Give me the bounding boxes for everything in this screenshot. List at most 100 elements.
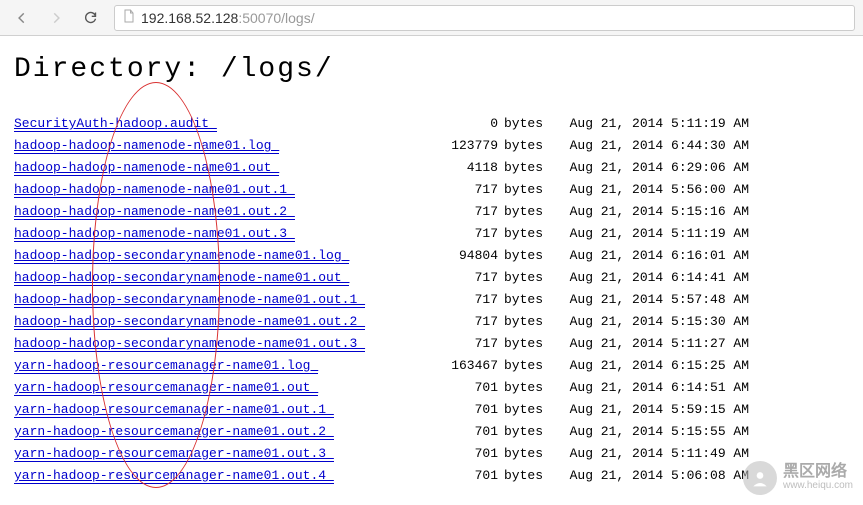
file-link[interactable]: yarn-hadoop-resourcemanager-name01.log (14, 358, 318, 374)
file-size: 717 (394, 333, 504, 355)
watermark-icon (743, 461, 777, 495)
page-content: Directory: /logs/ SecurityAuth-hadoop.au… (0, 36, 863, 505)
list-item: hadoop-hadoop-secondarynamenode-name01.o… (14, 267, 849, 289)
file-size: 701 (394, 421, 504, 443)
file-size-unit: bytes (504, 377, 554, 399)
file-date: Aug 21, 2014 6:44:30 AM (554, 135, 749, 157)
file-date: Aug 21, 2014 5:15:30 AM (554, 311, 749, 333)
file-size: 701 (394, 377, 504, 399)
list-item: hadoop-hadoop-namenode-name01.out.3 717b… (14, 223, 849, 245)
file-date: Aug 21, 2014 5:11:19 AM (554, 113, 749, 135)
file-date: Aug 21, 2014 5:06:08 AM (554, 465, 749, 487)
file-link[interactable]: yarn-hadoop-resourcemanager-name01.out.4 (14, 468, 334, 484)
file-size: 717 (394, 223, 504, 245)
file-size-unit: bytes (504, 421, 554, 443)
file-size: 701 (394, 465, 504, 487)
file-date: Aug 21, 2014 5:59:15 AM (554, 399, 749, 421)
file-size-unit: bytes (504, 135, 554, 157)
list-item: hadoop-hadoop-secondarynamenode-name01.o… (14, 333, 849, 355)
page-icon (123, 9, 135, 26)
file-date: Aug 21, 2014 5:11:49 AM (554, 443, 749, 465)
file-date: Aug 21, 2014 5:11:27 AM (554, 333, 749, 355)
url-text: 192.168.52.128:50070/logs/ (141, 10, 315, 26)
list-item: hadoop-hadoop-secondarynamenode-name01.l… (14, 245, 849, 267)
list-item: hadoop-hadoop-namenode-name01.out 4118by… (14, 157, 849, 179)
file-link[interactable]: yarn-hadoop-resourcemanager-name01.out.2 (14, 424, 334, 440)
file-link[interactable]: SecurityAuth-hadoop.audit (14, 116, 217, 132)
file-size: 717 (394, 289, 504, 311)
file-size-unit: bytes (504, 355, 554, 377)
file-size-unit: bytes (504, 157, 554, 179)
browser-toolbar: 192.168.52.128:50070/logs/ (0, 0, 863, 36)
list-item: yarn-hadoop-resourcemanager-name01.out 7… (14, 377, 849, 399)
file-size: 0 (394, 113, 504, 135)
file-date: Aug 21, 2014 6:16:01 AM (554, 245, 749, 267)
file-size: 4118 (394, 157, 504, 179)
file-link[interactable]: hadoop-hadoop-namenode-name01.log (14, 138, 279, 154)
file-size: 123779 (394, 135, 504, 157)
file-date: Aug 21, 2014 5:15:16 AM (554, 201, 749, 223)
file-size: 717 (394, 201, 504, 223)
file-date: Aug 21, 2014 6:14:41 AM (554, 267, 749, 289)
reload-button[interactable] (76, 4, 104, 32)
list-item: yarn-hadoop-resourcemanager-name01.out.2… (14, 421, 849, 443)
file-size-unit: bytes (504, 289, 554, 311)
forward-button[interactable] (42, 4, 70, 32)
file-size: 163467 (394, 355, 504, 377)
file-size-unit: bytes (504, 399, 554, 421)
file-link[interactable]: hadoop-hadoop-namenode-name01.out.1 (14, 182, 295, 198)
watermark: 黑区网络 www.heiqu.com (743, 461, 853, 495)
url-bar[interactable]: 192.168.52.128:50070/logs/ (114, 5, 855, 31)
file-date: Aug 21, 2014 6:15:25 AM (554, 355, 749, 377)
list-item: hadoop-hadoop-namenode-name01.out.2 717b… (14, 201, 849, 223)
list-item: hadoop-hadoop-namenode-name01.out.1 717b… (14, 179, 849, 201)
file-size: 701 (394, 399, 504, 421)
file-link[interactable]: yarn-hadoop-resourcemanager-name01.out.3 (14, 446, 334, 462)
file-size: 701 (394, 443, 504, 465)
file-size-unit: bytes (504, 223, 554, 245)
file-size-unit: bytes (504, 245, 554, 267)
back-button[interactable] (8, 4, 36, 32)
watermark-url: www.heiqu.com (783, 480, 853, 492)
file-link[interactable]: hadoop-hadoop-secondarynamenode-name01.l… (14, 248, 349, 264)
file-size-unit: bytes (504, 443, 554, 465)
file-link[interactable]: hadoop-hadoop-secondarynamenode-name01.o… (14, 292, 365, 308)
file-size: 717 (394, 179, 504, 201)
page-title: Directory: /logs/ (14, 54, 849, 85)
file-size-unit: bytes (504, 465, 554, 487)
list-item: hadoop-hadoop-secondarynamenode-name01.o… (14, 289, 849, 311)
list-item: hadoop-hadoop-namenode-name01.log 123779… (14, 135, 849, 157)
file-size-unit: bytes (504, 113, 554, 135)
file-size-unit: bytes (504, 201, 554, 223)
list-item: yarn-hadoop-resourcemanager-name01.out.4… (14, 465, 849, 487)
url-rest: :50070/logs/ (238, 10, 314, 26)
file-link[interactable]: yarn-hadoop-resourcemanager-name01.out.1 (14, 402, 334, 418)
file-size: 717 (394, 267, 504, 289)
file-link[interactable]: hadoop-hadoop-namenode-name01.out.3 (14, 226, 295, 242)
file-size-unit: bytes (504, 333, 554, 355)
directory-listing: SecurityAuth-hadoop.audit 0bytes Aug 21,… (14, 113, 849, 487)
file-date: Aug 21, 2014 6:14:51 AM (554, 377, 749, 399)
file-size: 94804 (394, 245, 504, 267)
file-date: Aug 21, 2014 5:57:48 AM (554, 289, 749, 311)
file-size-unit: bytes (504, 179, 554, 201)
url-host: 192.168.52.128 (141, 10, 238, 26)
list-item: yarn-hadoop-resourcemanager-name01.log 1… (14, 355, 849, 377)
list-item: yarn-hadoop-resourcemanager-name01.out.1… (14, 399, 849, 421)
file-link[interactable]: yarn-hadoop-resourcemanager-name01.out (14, 380, 318, 396)
file-date: Aug 21, 2014 5:15:55 AM (554, 421, 749, 443)
list-item: hadoop-hadoop-secondarynamenode-name01.o… (14, 311, 849, 333)
list-item: SecurityAuth-hadoop.audit 0bytes Aug 21,… (14, 113, 849, 135)
file-size: 717 (394, 311, 504, 333)
file-size-unit: bytes (504, 267, 554, 289)
list-item: yarn-hadoop-resourcemanager-name01.out.3… (14, 443, 849, 465)
file-date: Aug 21, 2014 5:11:19 AM (554, 223, 749, 245)
file-date: Aug 21, 2014 5:56:00 AM (554, 179, 749, 201)
file-link[interactable]: hadoop-hadoop-secondarynamenode-name01.o… (14, 314, 365, 330)
file-date: Aug 21, 2014 6:29:06 AM (554, 157, 749, 179)
file-link[interactable]: hadoop-hadoop-secondarynamenode-name01.o… (14, 336, 365, 352)
file-link[interactable]: hadoop-hadoop-namenode-name01.out (14, 160, 279, 176)
file-link[interactable]: hadoop-hadoop-namenode-name01.out.2 (14, 204, 295, 220)
file-size-unit: bytes (504, 311, 554, 333)
file-link[interactable]: hadoop-hadoop-secondarynamenode-name01.o… (14, 270, 349, 286)
